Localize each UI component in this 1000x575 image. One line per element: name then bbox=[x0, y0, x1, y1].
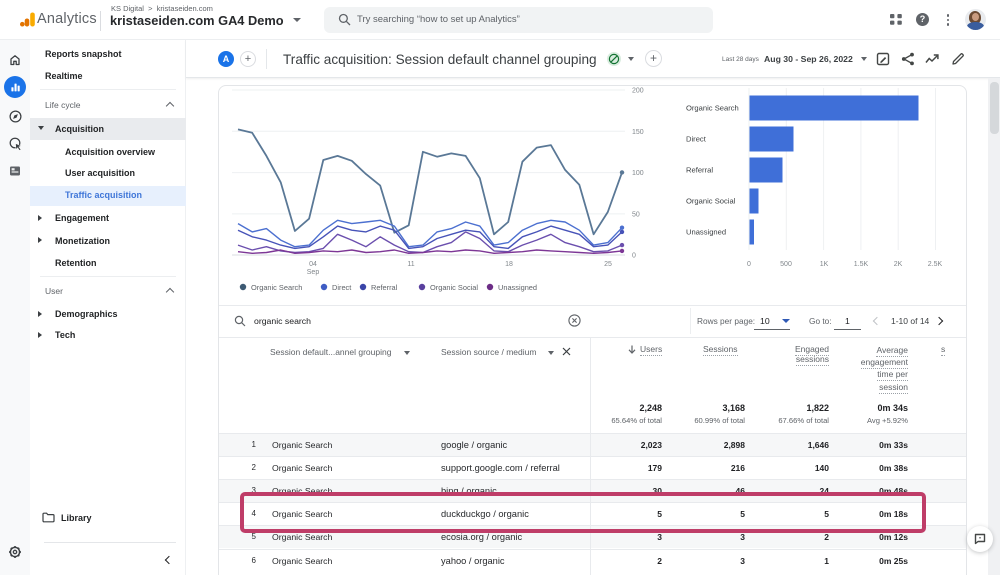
svg-text:Organic Social: Organic Social bbox=[686, 197, 736, 206]
svg-text:2K: 2K bbox=[894, 261, 903, 268]
svg-text:Organic Search: Organic Search bbox=[251, 283, 302, 292]
svg-text:Unassigned: Unassigned bbox=[686, 228, 726, 237]
svg-text:2.5K: 2.5K bbox=[928, 261, 943, 268]
svg-text:11: 11 bbox=[407, 261, 414, 268]
svg-text:18: 18 bbox=[505, 261, 513, 268]
svg-text:Direct: Direct bbox=[332, 283, 351, 292]
svg-text:1K: 1K bbox=[820, 261, 829, 268]
svg-text:25: 25 bbox=[604, 261, 612, 268]
svg-text:Referral: Referral bbox=[686, 166, 713, 175]
svg-text:500: 500 bbox=[780, 261, 792, 268]
svg-text:Referral: Referral bbox=[371, 283, 398, 292]
svg-text:Organic Social: Organic Social bbox=[430, 283, 478, 292]
svg-text:Organic Search: Organic Search bbox=[686, 104, 739, 113]
svg-text:0: 0 bbox=[747, 261, 751, 268]
svg-text:1.5K: 1.5K bbox=[854, 261, 869, 268]
svg-text:Sep: Sep bbox=[307, 269, 320, 276]
svg-text:150: 150 bbox=[632, 129, 644, 136]
svg-text:200: 200 bbox=[632, 88, 644, 95]
svg-text:Unassigned: Unassigned bbox=[498, 283, 537, 292]
svg-text:Direct: Direct bbox=[686, 135, 707, 144]
svg-text:0: 0 bbox=[632, 253, 636, 260]
svg-text:50: 50 bbox=[632, 211, 640, 218]
svg-text:100: 100 bbox=[632, 170, 644, 177]
svg-text:04: 04 bbox=[309, 261, 317, 268]
